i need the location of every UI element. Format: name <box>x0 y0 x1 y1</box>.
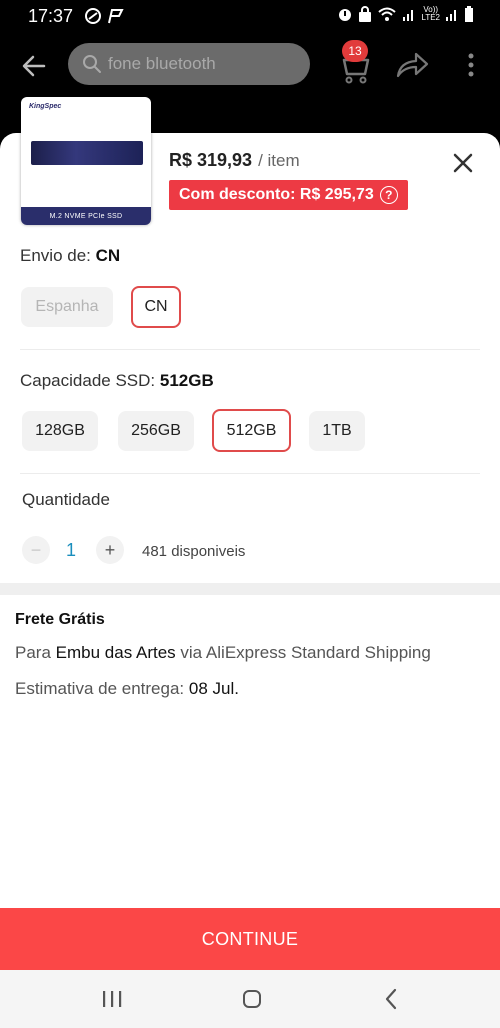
close-icon[interactable] <box>452 152 474 174</box>
shipping-title: Frete Grátis <box>15 611 105 628</box>
nav-home-icon[interactable] <box>242 989 262 1009</box>
battery-icon <box>465 6 473 22</box>
share-icon[interactable] <box>394 48 430 82</box>
wifi-icon <box>378 7 397 21</box>
more-vert-icon[interactable] <box>462 50 480 80</box>
lock-icon <box>359 6 372 22</box>
option-256gb[interactable]: 256GB <box>118 411 194 451</box>
capacity-label: Capacidade SSD: 512GB <box>20 371 214 391</box>
signal-icon <box>403 10 414 21</box>
option-1tb[interactable]: 1TB <box>309 411 365 451</box>
option-128gb[interactable]: 128GB <box>22 411 98 451</box>
quantity-decrease-button[interactable]: − <box>22 536 50 564</box>
vpn-key-icon <box>85 8 101 24</box>
status-bar: 17:37 Vo)) LTE2 <box>0 0 500 34</box>
product-thumbnail[interactable]: KingSpec M.2 NVME PCIe SSD <box>21 97 151 225</box>
per-item: / item <box>258 151 300 170</box>
quantity-label: Quantidade <box>22 490 110 509</box>
ssd-image <box>31 141 143 165</box>
section-separator <box>0 583 500 595</box>
nav-back-icon[interactable] <box>384 988 398 1010</box>
status-system-icons: Vo)) LTE2 <box>337 6 474 22</box>
shipping-via: via AliExpress Standard Shipping <box>180 643 431 662</box>
capacity-selected: 512GB <box>159 371 214 390</box>
alarm-icon <box>339 9 352 21</box>
delivery-estimate: Estimativa de entrega: 08 Jul. <box>15 679 239 699</box>
divider <box>20 349 480 350</box>
capacity-label-text: Capacidade SSD: <box>20 371 156 390</box>
signal-icon-2 <box>446 10 456 21</box>
status-time: 17:37 <box>28 6 74 26</box>
cart-count-badge: 13 <box>342 40 368 62</box>
network-label-bottom: LTE2 <box>421 13 440 22</box>
android-nav-bar <box>0 970 500 1028</box>
nav-recents-icon[interactable] <box>101 990 123 1008</box>
discount-label: Com desconto: R$ 295,73 <box>179 186 374 203</box>
stock-available: 481 disponiveis <box>142 543 246 560</box>
help-circle-icon[interactable]: ? <box>379 186 398 204</box>
continue-button[interactable]: CONTINUE <box>0 908 500 970</box>
discount-badge: Com desconto: R$ 295,73 ? <box>169 180 408 210</box>
quantity-value[interactable]: 1 <box>66 540 76 561</box>
thumb-brand: KingSpec <box>29 103 62 110</box>
search-query: fone bluetooth <box>108 54 216 73</box>
flag-icon <box>108 9 124 24</box>
shipping-from-label: Envio de: CN <box>20 246 120 266</box>
price: R$ 319,93 <box>169 150 253 170</box>
shipping-destination: Para Embu das Artes via AliExpress Stand… <box>15 643 431 663</box>
shipping-from-label-text: Envio de: <box>20 246 91 265</box>
search-bar[interactable]: fone bluetooth <box>68 43 310 85</box>
option-cn[interactable]: CN <box>131 286 181 328</box>
quantity-increase-button[interactable]: + <box>96 536 124 564</box>
top-bar: fone bluetooth 13 <box>0 34 500 96</box>
option-espanha[interactable]: Espanha <box>21 287 113 327</box>
status-notification-icons <box>84 7 124 25</box>
eta-date: 08 Jul. <box>188 679 239 698</box>
option-512gb[interactable]: 512GB <box>212 409 291 452</box>
back-arrow-icon[interactable] <box>18 50 50 82</box>
network-type: Vo)) LTE2 <box>421 6 440 22</box>
eta-prefix: Estimativa de entrega: <box>15 679 185 698</box>
search-icon <box>83 55 101 73</box>
thumb-caption: M.2 NVME PCIe SSD <box>21 207 151 225</box>
shipping-to-prefix: Para <box>15 643 51 662</box>
shipping-from-selected: CN <box>95 246 121 265</box>
price-line: R$ 319,93 / item <box>169 150 300 171</box>
shipping-city: Embu das Artes <box>55 643 176 662</box>
divider <box>20 473 480 474</box>
